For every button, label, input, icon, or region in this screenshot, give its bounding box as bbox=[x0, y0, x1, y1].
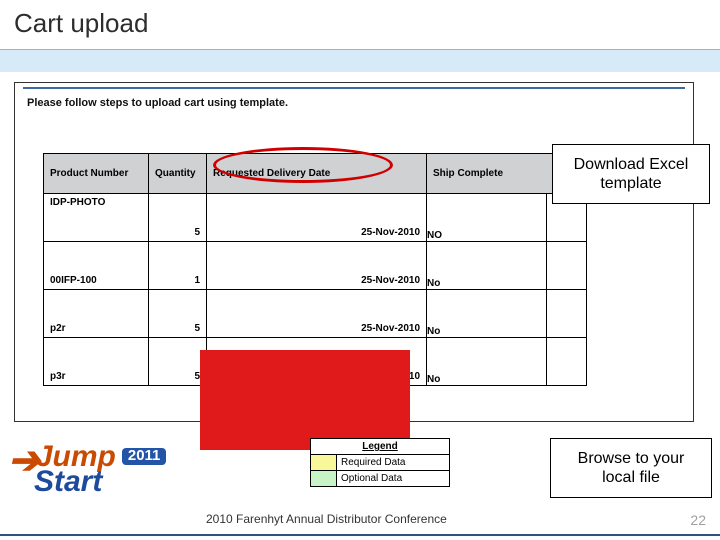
cell-ship: No bbox=[427, 338, 547, 386]
cell-empty bbox=[547, 338, 587, 386]
cell-ship: No bbox=[427, 242, 547, 290]
footer-text: 2010 Farenhyt Annual Distributor Confere… bbox=[206, 512, 447, 526]
cell-product-number: 00IFP-100 bbox=[44, 242, 149, 290]
cell-quantity: 5 bbox=[149, 194, 207, 242]
col-quantity: Quantity bbox=[149, 154, 207, 194]
legend-label-optional: Optional Data bbox=[337, 471, 450, 487]
instruction-text: Please follow steps to upload cart using… bbox=[15, 89, 693, 115]
cell-empty bbox=[547, 290, 587, 338]
table-row: IDP-PHOTO 5 25-Nov-2010 NO bbox=[44, 194, 587, 242]
cell-quantity: 1 bbox=[149, 242, 207, 290]
col-requested-date: Requested Delivery Date bbox=[207, 154, 427, 194]
slide: Cart upload Please follow steps to uploa… bbox=[0, 0, 720, 540]
page-title: Cart upload bbox=[0, 0, 720, 50]
logo-jump-start: ➔ Jump 2011 Start bbox=[8, 444, 172, 522]
cell-date: 25-Nov-2010 bbox=[207, 290, 427, 338]
footer-rule bbox=[0, 534, 720, 536]
table-row: 00IFP-100 1 25-Nov-2010 No bbox=[44, 242, 587, 290]
legend-table: Legend Required Data Optional Data bbox=[310, 438, 450, 487]
cell-product-number: p2r bbox=[44, 290, 149, 338]
cell-empty bbox=[547, 242, 587, 290]
cell-ship: NO bbox=[427, 194, 547, 242]
legend-title: Legend bbox=[311, 439, 450, 455]
cell-quantity: 5 bbox=[149, 338, 207, 386]
table-header-row: Product Number Quantity Requested Delive… bbox=[44, 154, 587, 194]
legend-label-required: Required Data bbox=[337, 455, 450, 471]
arrow-icon: ➔ bbox=[8, 448, 40, 475]
callout-download-template: Download Excel template bbox=[552, 144, 710, 204]
cell-date: 25-Nov-2010 bbox=[207, 194, 427, 242]
col-product-number: Product Number bbox=[44, 154, 149, 194]
cell-date: 25-Nov-2010 bbox=[207, 242, 427, 290]
cell-product-number: p3r bbox=[44, 338, 149, 386]
callout-browse-file: Browse to your local file bbox=[550, 438, 712, 498]
logo-year-badge: 2011 bbox=[122, 448, 167, 465]
legend-swatch-required bbox=[311, 455, 337, 471]
accent-strip bbox=[0, 50, 720, 72]
annotation-red-block bbox=[200, 350, 410, 450]
legend-swatch-optional bbox=[311, 471, 337, 487]
cell-product-number: IDP-PHOTO bbox=[44, 194, 149, 242]
cell-ship: No bbox=[427, 290, 547, 338]
page-number: 22 bbox=[690, 512, 706, 528]
cell-quantity: 5 bbox=[149, 290, 207, 338]
table-row: p2r 5 25-Nov-2010 No bbox=[44, 290, 587, 338]
